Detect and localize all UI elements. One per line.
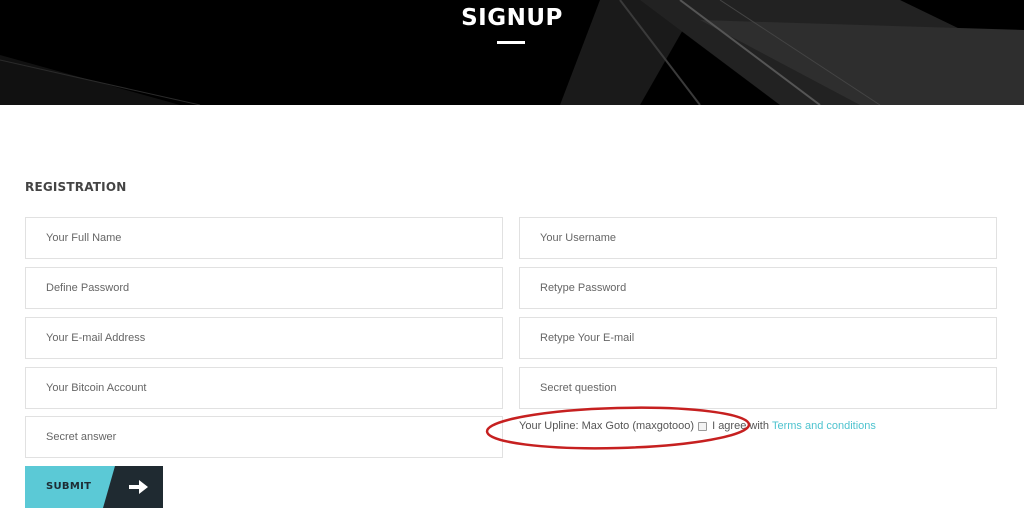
- submit-label: SUBMIT: [46, 481, 92, 492]
- secret-answer-input[interactable]: [25, 416, 503, 458]
- page-title: SIGNUP: [461, 5, 563, 31]
- hero-banner: SIGNUP: [0, 0, 1024, 105]
- submit-arrow-panel: [103, 466, 163, 508]
- retype-password-input[interactable]: [519, 267, 997, 309]
- username-input[interactable]: [519, 217, 997, 259]
- password-input[interactable]: [25, 267, 503, 309]
- registration-heading: REGISTRATION: [25, 180, 127, 194]
- retype-email-input[interactable]: [519, 317, 997, 359]
- title-underline: [497, 41, 525, 44]
- submit-button[interactable]: SUBMIT: [25, 466, 163, 508]
- email-input[interactable]: [25, 317, 503, 359]
- arrow-right-icon: [129, 480, 148, 494]
- bitcoin-account-input[interactable]: [25, 367, 503, 409]
- terms-link[interactable]: Terms and conditions: [772, 420, 876, 432]
- secret-question-input[interactable]: [519, 367, 997, 409]
- annotation-ellipse: [485, 406, 751, 450]
- full-name-input[interactable]: [25, 217, 503, 259]
